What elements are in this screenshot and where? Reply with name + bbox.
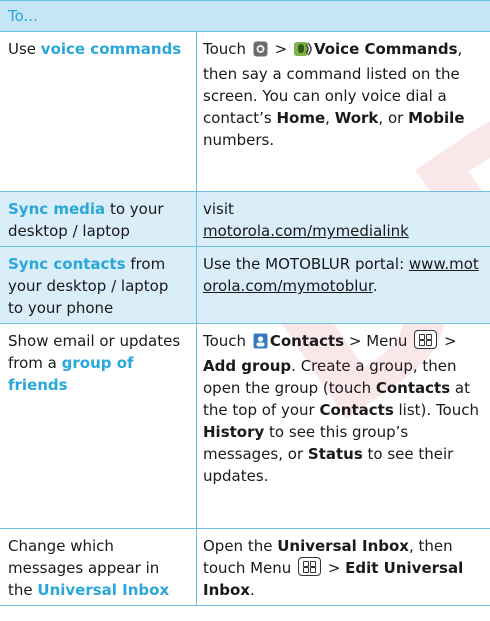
table-row: Change which messages appear in the Univ… (0, 529, 490, 606)
menu-key-icon (414, 330, 438, 349)
action-cell: Change which messages appear in the Univ… (8, 537, 170, 599)
voice-commands-icon (293, 40, 312, 63)
table-row: Show email or updates from a group of fr… (0, 324, 490, 529)
action-cell: Show email or updates from a group of fr… (8, 332, 181, 394)
instruction-cell: Open the Universal Inbox, then touch Men… (196, 529, 490, 605)
action-cell: Sync media to your desktop / laptop (8, 200, 164, 240)
header-title: To... (8, 7, 38, 25)
instruction-cell: visit motorola.com/mymedialink (196, 192, 490, 246)
mymedialink-link[interactable]: motorola.com/mymedialink (203, 222, 409, 240)
instruction-cell: Use the MOTOBLUR portal: www.motorola.co… (196, 247, 490, 323)
feature-table: To... Use voice commands Touch > Voice C… (0, 0, 490, 606)
contacts-icon (253, 333, 268, 355)
menu-key-icon (298, 557, 322, 576)
instruction-cell: Touch > Voice Commands, then say a comma… (196, 32, 490, 191)
launcher-icon (253, 41, 268, 63)
table-row: Sync contacts from your desktop / laptop… (0, 247, 490, 324)
instruction-cell: Touch Contacts > Menu > Add group. Creat… (196, 324, 490, 528)
action-cell: Sync contacts from your desktop / laptop… (8, 255, 169, 317)
action-cell: Use voice commands (8, 40, 182, 58)
table-row: Sync media to your desktop / laptop visi… (0, 192, 490, 247)
table-header: To... (0, 0, 490, 32)
table-row: Use voice commands Touch > Voice Command… (0, 32, 490, 192)
